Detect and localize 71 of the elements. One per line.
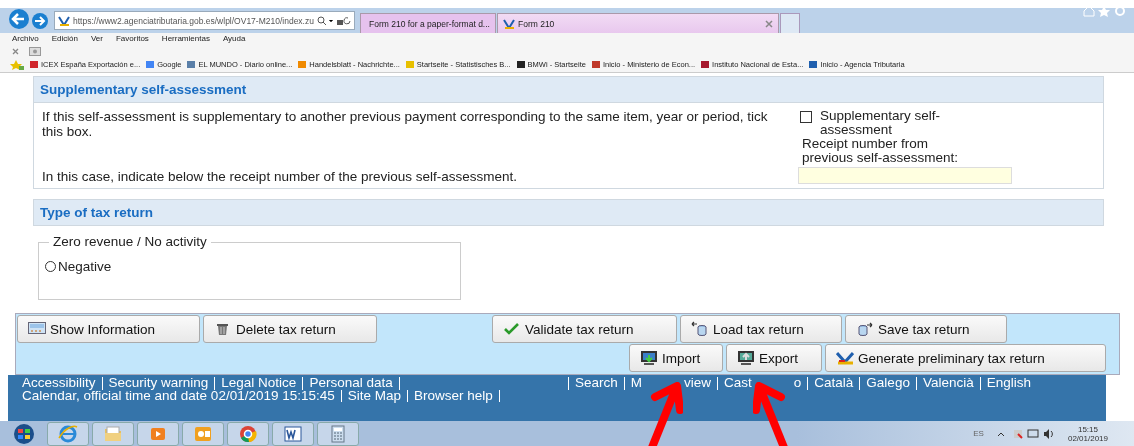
radio-button[interactable]: [45, 261, 56, 272]
address-bar[interactable]: https://www2.agenciatributaria.gob.es/wlpl/OV17-M210/index.zu: [54, 11, 355, 30]
menu-item[interactable]: Edición: [51, 34, 78, 45]
instruction-text: In this case, indicate below the receipt number of the previous self-assessment.: [42, 169, 518, 184]
footer-link[interactable]: English: [986, 377, 1031, 390]
database-icon: [691, 321, 709, 337]
close-icon[interactable]: [764, 19, 773, 28]
footer-link[interactable]: Cast: [724, 377, 752, 390]
tray-icons[interactable]: [995, 427, 1056, 440]
toolbar-button[interactable]: Validate tax return: [492, 315, 677, 343]
document-icon[interactable]: [283, 423, 303, 444]
language-indicator[interactable]: ES: [973, 429, 984, 438]
browser-icon[interactable]: [58, 423, 78, 444]
instruction-text: If this self-assessment is supplementary to another previous payment corresponding to the same item, year or period, tick this box.: [42, 109, 769, 139]
footer-link[interactable]: Personal data: [309, 377, 400, 390]
footer-link[interactable]: Site Map: [347, 389, 409, 402]
footer-link[interactable]: Browser help: [414, 389, 500, 402]
menu-item[interactable]: Archivo: [12, 34, 39, 45]
toolbar-button[interactable]: Export: [726, 344, 822, 372]
favorites-icon[interactable]: [10, 59, 24, 70]
toolbar-button[interactable]: Save tax return: [845, 315, 1007, 343]
footer-link[interactable]: Català: [814, 377, 861, 390]
browser-tab[interactable]: Form 210: [496, 13, 779, 33]
footer-link[interactable]: Calendar, official time and date 02/01/2019 15:15:45: [22, 389, 342, 402]
toolbar-button[interactable]: Generate preliminary tax return: [825, 344, 1106, 372]
logo-icon: [836, 350, 854, 366]
radio-label: Negative: [58, 259, 112, 274]
checkbox-label: Supplementary self-assessment: [820, 109, 942, 137]
menu-item[interactable]: Ver: [90, 34, 103, 45]
toolbar-button[interactable]: Import: [629, 344, 723, 372]
site-icon: [58, 15, 70, 26]
footer-link[interactable]: Valencià: [922, 377, 981, 390]
footer-link[interactable]: Legal Notice: [221, 377, 304, 390]
toolbar-button[interactable]: Delete tax return: [203, 315, 377, 343]
back-icon[interactable]: [8, 8, 30, 30]
close-icon[interactable]: [12, 47, 19, 55]
footer-link[interactable]: Accessibility: [22, 377, 103, 390]
monitor-icon: [737, 350, 755, 366]
site-icon: [502, 18, 515, 29]
browser-tools-icon[interactable]: [1082, 5, 1126, 17]
toolbar-button[interactable]: Load tax return: [680, 315, 842, 343]
folder-icon[interactable]: [103, 423, 123, 444]
database-icon: [856, 321, 874, 337]
address-tools-icon[interactable]: [316, 15, 351, 26]
menu-item[interactable]: Favoritos: [115, 34, 149, 45]
clock-date[interactable]: 02/01/2019: [1067, 433, 1108, 443]
receipt-number-field[interactable]: [798, 167, 1012, 184]
footer-link[interactable]: Security warning: [108, 377, 216, 390]
checkbox[interactable]: [800, 111, 812, 123]
check-icon: [503, 321, 521, 337]
window-icon: [28, 321, 46, 337]
forward-icon[interactable]: [31, 12, 49, 30]
menu-item[interactable]: Herramientas: [161, 34, 210, 45]
toolbar-button[interactable]: Show Information: [17, 315, 200, 343]
section-title: Type of tax return: [34, 200, 1103, 226]
clock-time[interactable]: 15:15: [1077, 424, 1098, 434]
group-legend: Zero revenue / No activity: [49, 234, 211, 249]
footer-link[interactable]: Galego: [866, 377, 917, 390]
browser-tab[interactable]: Form 210 for a paper-format d...: [359, 13, 496, 33]
browser-icon[interactable]: [238, 423, 258, 444]
monitor-icon: [640, 350, 658, 366]
picture-icon[interactable]: [29, 46, 41, 56]
footer-link[interactable]: M: [630, 377, 643, 390]
footer-link[interactable]: Search: [575, 377, 625, 390]
calculator-icon[interactable]: [328, 423, 348, 444]
new-tab-button[interactable]: [779, 13, 800, 33]
section-title: Supplementary self-assessment: [34, 77, 1103, 103]
footer-link[interactable]: o: [793, 377, 809, 390]
footer-link[interactable]: view: [684, 377, 719, 390]
field-label: Receipt number from previous self-assessment:: [801, 137, 960, 165]
menu-item[interactable]: Ayuda: [222, 34, 246, 45]
